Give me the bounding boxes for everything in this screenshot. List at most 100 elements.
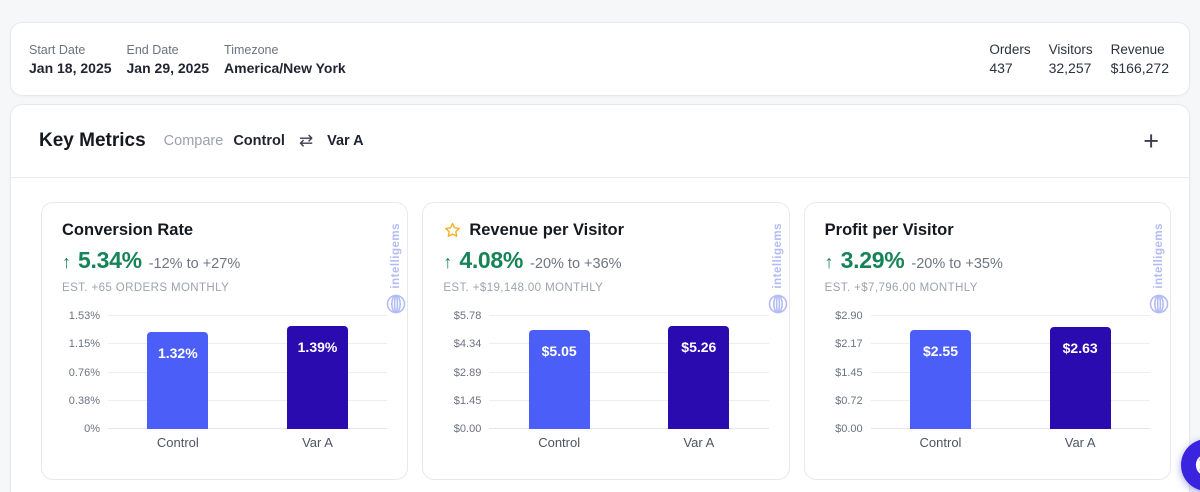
- page-title: Key Metrics: [39, 130, 146, 151]
- variant-bar: $2.63: [1049, 326, 1111, 429]
- y-axis: 1.53% 1.15% 0.76% 0.38% 0%: [62, 310, 108, 435]
- y-tick: $2.17: [835, 338, 863, 351]
- monthly-estimate: EST. +65 ORDERS MONTHLY: [62, 282, 230, 294]
- bar-chart: 1.53% 1.15% 0.76% 0.38% 0% 1.32% 1.39%: [62, 310, 388, 435]
- confidence-range: -12% to +27%: [148, 256, 241, 272]
- x-label-control: Control: [538, 435, 581, 450]
- key-metrics-panel: Key Metrics Compare Control ⇄ Var A + Co…: [10, 104, 1190, 492]
- timezone-label: Timezone: [224, 42, 279, 57]
- delta-value: 4.08%: [459, 247, 524, 273]
- y-tick: $1.45: [835, 366, 863, 379]
- end-date-label: End Date: [126, 42, 179, 57]
- bar-value-label: 1.39%: [297, 339, 338, 356]
- variant-bar: 1.39%: [287, 326, 348, 429]
- metric-card-revenue-per-visitor: Revenue per Visitor ↑ 4.08% -20% to +36%…: [422, 202, 790, 480]
- y-tick: 1.15%: [68, 338, 100, 351]
- add-metric-button[interactable]: +: [1143, 127, 1159, 155]
- revenue-label: Revenue: [1110, 42, 1165, 57]
- end-date-field[interactable]: End Date Jan 29, 2025: [127, 43, 210, 76]
- intelligems-watermark: intelligems: [1144, 223, 1174, 333]
- visitors-value: 32,257: [1048, 60, 1092, 76]
- plot-area: $2.55 $2.63: [870, 315, 1150, 429]
- y-tick: $0.72: [835, 394, 863, 407]
- chat-gem-icon: [1195, 453, 1200, 477]
- date-range-group: Start Date Jan 18, 2025 End Date Jan 29,…: [29, 43, 346, 76]
- delta-value: 3.29%: [840, 247, 905, 273]
- key-metrics-header: Key Metrics Compare Control ⇄ Var A +: [11, 105, 1189, 178]
- revenue-value: $166,272: [1110, 60, 1169, 76]
- x-label-control: Control: [156, 435, 199, 450]
- compare-control: Compare Control ⇄ Var A: [164, 131, 364, 151]
- y-tick: $1.45: [453, 394, 482, 407]
- intelligems-gem-icon: [387, 294, 406, 313]
- intelligems-gem-icon: [768, 294, 787, 313]
- y-tick: $2.89: [453, 366, 482, 379]
- x-axis: Control Var A: [62, 435, 387, 450]
- control-bar: 1.32%: [147, 331, 209, 429]
- x-axis: Control Var A: [443, 435, 768, 450]
- y-tick: $2.90: [835, 310, 863, 322]
- start-date-value[interactable]: Jan 18, 2025: [29, 60, 112, 76]
- y-tick: 0.76%: [68, 366, 100, 379]
- intelligems-watermark: intelligems: [381, 223, 411, 333]
- up-arrow-icon: ↑: [62, 252, 71, 272]
- start-date-field[interactable]: Start Date Jan 18, 2025: [29, 43, 112, 76]
- x-label-control: Control: [919, 435, 962, 450]
- timezone-field: Timezone America/New York: [224, 43, 346, 76]
- y-tick: 0%: [84, 423, 100, 435]
- swap-variants-icon[interactable]: ⇄: [299, 131, 313, 151]
- control-bar: $2.55: [909, 329, 971, 429]
- timezone-value: America/New York: [224, 59, 346, 76]
- compare-label: Compare: [163, 133, 224, 149]
- metric-cards-row: Conversion Rate ↑ 5.34% -12% to +27% EST…: [11, 178, 1189, 480]
- up-arrow-icon: ↑: [824, 252, 834, 272]
- y-tick: $0.00: [835, 423, 863, 435]
- orders-stat: Orders 437: [989, 42, 1030, 76]
- bar-value-label: $5.05: [541, 343, 577, 360]
- metric-title: Profit per Visitor: [824, 221, 954, 239]
- monthly-estimate: EST. +$19,148.00 MONTHLY: [443, 282, 604, 294]
- metric-card-profit-per-visitor: Profit per Visitor ↑ 3.29% -20% to +35% …: [803, 202, 1174, 480]
- bar-value-label: 1.32%: [157, 344, 198, 361]
- bar-value-label: $2.55: [922, 342, 958, 359]
- x-label-var-a: Var A: [1064, 435, 1096, 450]
- plot-area: $5.05 $5.26: [489, 315, 769, 429]
- start-date-label: Start Date: [29, 42, 86, 57]
- y-tick: $4.34: [453, 338, 482, 351]
- y-axis: $5.78 $4.34 $2.89 $1.45 $0.00: [443, 310, 489, 435]
- end-date-value[interactable]: Jan 29, 2025: [127, 60, 210, 76]
- visitors-label: Visitors: [1048, 42, 1093, 57]
- star-icon[interactable]: [443, 221, 462, 240]
- compare-variant-b[interactable]: Var A: [327, 133, 364, 149]
- x-label-var-a: Var A: [302, 435, 333, 450]
- bar-chart: $2.90 $2.17 $1.45 $0.72 $0.00 $2.55 $2.6…: [825, 310, 1150, 435]
- metric-title: Conversion Rate: [62, 221, 194, 239]
- watermark-text: intelligems: [1152, 223, 1165, 289]
- confidence-range: -20% to +35%: [911, 256, 1003, 272]
- metric-card-conversion-rate: Conversion Rate ↑ 5.34% -12% to +27% EST…: [41, 202, 411, 480]
- variant-bar: $5.26: [668, 326, 730, 429]
- y-axis: $2.90 $2.17 $1.45 $0.72 $0.00: [825, 310, 871, 435]
- orders-label: Orders: [989, 42, 1031, 57]
- summary-stats: Orders 437 Visitors 32,257 Revenue $166,…: [989, 42, 1169, 76]
- bar-value-label: $2.63: [1062, 339, 1098, 356]
- revenue-stat: Revenue $166,272: [1111, 42, 1169, 76]
- watermark-text: intelligems: [771, 223, 784, 289]
- y-tick: $0.00: [453, 423, 482, 435]
- control-bar: $5.05: [528, 330, 590, 429]
- orders-value: 437: [989, 60, 1013, 76]
- confidence-range: -20% to +36%: [530, 256, 622, 272]
- up-arrow-icon: ↑: [443, 252, 453, 272]
- watermark-text: intelligems: [390, 223, 403, 289]
- bar-value-label: $5.26: [681, 339, 717, 356]
- intelligems-watermark: intelligems: [763, 223, 793, 333]
- y-tick: 0.38%: [68, 394, 100, 407]
- y-tick: 1.53%: [68, 310, 100, 322]
- bar-chart: $5.78 $4.34 $2.89 $1.45 $0.00 $5.05 $5.2…: [443, 310, 769, 435]
- plot-area: 1.32% 1.39%: [108, 315, 388, 429]
- intelligems-gem-icon: [1149, 294, 1169, 313]
- compare-variant-a[interactable]: Control: [233, 133, 285, 149]
- delta-value: 5.34%: [78, 247, 142, 273]
- monthly-estimate: EST. +$7,796.00 MONTHLY: [824, 282, 978, 294]
- visitors-stat: Visitors 32,257: [1049, 42, 1093, 76]
